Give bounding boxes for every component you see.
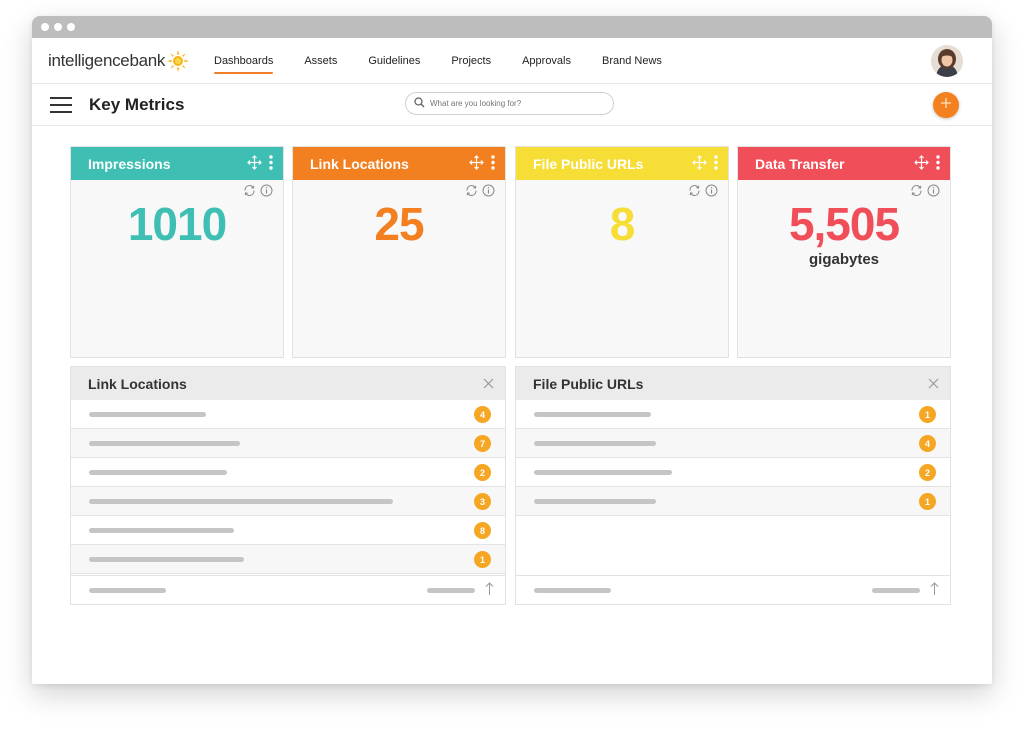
top-navigation: intelligencebank Dashboards Assets Guide… (32, 38, 992, 84)
nav-menu: Dashboards Assets Guidelines Projects Ap… (214, 55, 693, 74)
metric-unit: gigabytes (808, 251, 880, 268)
panel-header: File Public URLs (516, 367, 950, 400)
list-item[interactable]: 4 (71, 400, 505, 429)
placeholder-bar (534, 412, 651, 417)
count-badge: 1 (474, 551, 491, 568)
panel-title: File Public URLs (533, 375, 644, 392)
nav-item-assets[interactable]: Assets (304, 55, 337, 71)
list-item[interactable]: 3 (71, 487, 505, 516)
list-item[interactable]: 2 (71, 458, 505, 487)
close-icon[interactable] (928, 376, 939, 392)
panel-file-public-urls: File Public URLs 1 4 2 1 (515, 366, 951, 605)
move-icon[interactable] (692, 155, 707, 173)
close-icon[interactable] (483, 376, 494, 392)
count-badge: 2 (919, 464, 936, 481)
card-header: Data Transfer (738, 147, 950, 180)
card-title: Data Transfer (755, 155, 845, 172)
add-button[interactable] (933, 92, 959, 118)
list-item[interactable]: 1 (516, 487, 950, 516)
placeholder-bar (89, 528, 234, 533)
count-badge: 1 (919, 493, 936, 510)
page-header: Key Metrics (32, 84, 992, 126)
metric-card-impressions: Impressions 1010 (70, 146, 284, 358)
sun-icon (167, 50, 190, 72)
placeholder-bar (534, 441, 656, 446)
search-icon (414, 95, 425, 113)
card-title: Link Locations (310, 155, 409, 172)
nav-item-brand-news[interactable]: Brand News (602, 55, 662, 71)
browser-window: intelligencebank Dashboards Assets Guide… (32, 16, 992, 684)
nav-item-projects[interactable]: Projects (451, 55, 491, 71)
plus-icon (940, 96, 952, 114)
metric-card-file-public-urls: File Public URLs 8 (515, 146, 729, 358)
list-item[interactable]: 4 (516, 429, 950, 458)
nav-item-dashboards[interactable]: Dashboards (214, 55, 274, 74)
count-badge: 3 (474, 493, 491, 510)
move-icon[interactable] (469, 155, 484, 173)
user-avatar[interactable] (931, 45, 963, 77)
placeholder-bar (534, 499, 656, 504)
search-box[interactable] (405, 92, 614, 115)
placeholder-bar (427, 588, 475, 593)
placeholder-bar (89, 470, 227, 475)
window-dot-maximize[interactable] (67, 23, 75, 31)
placeholder-bar (89, 499, 393, 504)
placeholder-bar (534, 470, 672, 475)
more-options-icon[interactable] (714, 155, 718, 173)
placeholder-bar (89, 441, 240, 446)
window-titlebar (32, 16, 992, 38)
window-dot-close[interactable] (41, 23, 49, 31)
list-item[interactable]: 2 (516, 458, 950, 487)
metric-card-link-locations: Link Locations 25 (292, 146, 506, 358)
placeholder-bar (534, 588, 611, 593)
list-item[interactable]: 7 (71, 429, 505, 458)
brand-name: intelligencebank (48, 51, 166, 70)
card-header: File Public URLs (516, 147, 728, 180)
placeholder-bar (89, 557, 244, 562)
hamburger-icon[interactable] (50, 97, 72, 113)
arrow-up-icon[interactable] (930, 582, 939, 601)
metric-value: 8 (609, 198, 636, 250)
placeholder-bar (872, 588, 920, 593)
window-dot-minimize[interactable] (54, 23, 62, 31)
panel-footer (516, 575, 950, 604)
move-icon[interactable] (247, 155, 262, 173)
metric-value: 25 (374, 198, 424, 250)
card-header: Impressions (71, 147, 283, 180)
card-title: File Public URLs (533, 155, 644, 172)
placeholder-bar (89, 412, 206, 417)
card-title: Impressions (88, 155, 171, 172)
count-badge: 4 (474, 406, 491, 423)
nav-item-guidelines[interactable]: Guidelines (368, 55, 420, 71)
panel-header: Link Locations (71, 367, 505, 400)
list-item[interactable]: 1 (516, 400, 950, 429)
count-badge: 2 (474, 464, 491, 481)
metric-value: 1010 (127, 198, 227, 250)
nav-item-approvals[interactable]: Approvals (522, 55, 571, 71)
page-title: Key Metrics (89, 95, 185, 114)
brand-logo[interactable]: intelligencebank (48, 50, 190, 72)
more-options-icon[interactable] (269, 155, 273, 173)
arrow-up-icon[interactable] (485, 582, 494, 601)
list-item[interactable]: 1 (71, 545, 505, 574)
list-item[interactable]: 8 (71, 516, 505, 545)
metric-value: 5,505 (788, 198, 900, 250)
panel-footer (71, 575, 505, 604)
search-input[interactable] (430, 99, 600, 108)
card-header: Link Locations (293, 147, 505, 180)
count-badge: 7 (474, 435, 491, 452)
count-badge: 4 (919, 435, 936, 452)
more-options-icon[interactable] (936, 155, 940, 173)
panel-title: Link Locations (88, 375, 187, 392)
count-badge: 1 (919, 406, 936, 423)
more-options-icon[interactable] (491, 155, 495, 173)
count-badge: 8 (474, 522, 491, 539)
metric-card-data-transfer: Data Transfer 5,505 gigabytes (737, 146, 951, 358)
placeholder-bar (89, 588, 166, 593)
panel-link-locations: Link Locations 4 7 2 3 8 1 (70, 366, 506, 605)
move-icon[interactable] (914, 155, 929, 173)
